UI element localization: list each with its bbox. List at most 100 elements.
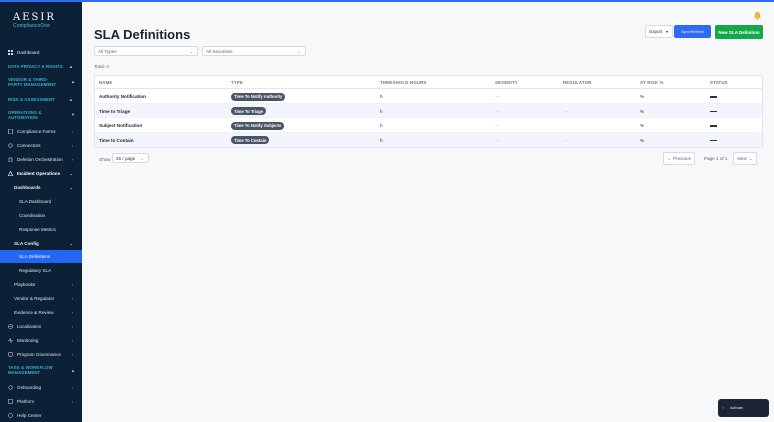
chevron-down-icon: ⌄: [189, 48, 193, 54]
sidebar-item-dashboards[interactable]: Dashboards ⌄: [0, 183, 82, 192]
sidebar-item-label: SLA Config: [14, 241, 39, 246]
sidebar-item-label: SLA Dashboard: [19, 199, 52, 204]
sidebar-item-label: Monitoring: [17, 338, 39, 343]
row-name[interactable]: Subject Notification: [99, 123, 142, 128]
sidebar-item-vendor-regulator[interactable]: Vendor & Regulator ›: [0, 294, 82, 303]
export-label: Export: [649, 29, 663, 34]
layers-icon: [8, 399, 13, 404]
section-vendor[interactable]: VENDOR & THIRD-PARTY MANAGEMENT: [0, 76, 62, 88]
close-icon[interactable]: ×: [722, 406, 724, 410]
row-name[interactable]: Time to Contain: [99, 138, 134, 143]
sidebar-item-incident-operations[interactable]: Incident Operations ⌄: [0, 169, 82, 178]
type-badge: Time To Notify Subjects: [231, 121, 285, 130]
activation-toast[interactable]: × Activate ···: [718, 399, 769, 417]
sidebar-item-program-governance[interactable]: Program Governance ›: [0, 350, 82, 359]
chevron-down-icon: ⌄: [69, 171, 73, 176]
section-data-privacy[interactable]: DATA PRIVACY & RIGHTS ▲: [0, 62, 82, 70]
globe-icon: [8, 324, 13, 329]
sidebar-item-onboarding[interactable]: Onboarding ›: [0, 383, 82, 392]
column-header-type[interactable]: TYPE: [231, 80, 243, 85]
sidebar-item-response-metrics[interactable]: Response Metrics: [0, 225, 82, 234]
sidebar-item-compliance-forms[interactable]: Compliance Forms ›: [0, 127, 82, 136]
sidebar-item-coordination[interactable]: Coordination: [0, 211, 82, 220]
sync-button[interactable]: Sync/Refresh: [674, 25, 711, 38]
sidebar-item-localization[interactable]: Localization ›: [0, 322, 82, 331]
row-at-risk: %: [640, 108, 645, 114]
sidebar-item-platform[interactable]: Platform ›: [0, 397, 82, 406]
sidebar-item-sla-definitions[interactable]: SLA Definitions: [0, 250, 82, 263]
chevron-down-icon: ▼: [665, 29, 669, 34]
plug-icon: [8, 143, 13, 148]
sidebar-item-monitoring[interactable]: Monitoring ›: [0, 336, 82, 345]
previous-label: ← Previous: [667, 156, 691, 161]
type-badge: Time To Notify Authority: [231, 92, 286, 101]
table-row[interactable]: Time to Triage Time To Triage h — — %: [95, 103, 762, 118]
sidebar-item-label: Regulatory SLA: [19, 268, 52, 273]
row-at-risk: %: [640, 123, 645, 128]
section-label: RISK & ASSESSMENT: [8, 96, 55, 102]
main-content: SLA Definitions Export ▼ Sync/Refresh Ne…: [82, 2, 774, 422]
next-label: Next →: [737, 156, 753, 161]
sidebar-item-sla-dashboard[interactable]: SLA Dashboard: [0, 197, 82, 206]
security-filter-select[interactable]: All Securities ⌄: [202, 46, 306, 56]
export-button[interactable]: Export ▼: [645, 25, 673, 38]
type-badge: Time To Triage: [231, 107, 267, 115]
chevron-right-icon: ›: [71, 129, 73, 134]
type-badge: Time To Contain: [231, 136, 270, 144]
column-header-status[interactable]: STATUS: [710, 80, 728, 85]
column-header-threshold[interactable]: THRESHOLD HOURS: [380, 80, 426, 85]
chevron-down-icon: ▼: [71, 112, 75, 117]
form-icon: [8, 129, 13, 134]
section-label: DATA PRIVACY & RIGHTS: [8, 63, 63, 69]
row-name[interactable]: Authority Notification: [99, 94, 146, 99]
brand-logo[interactable]: AESIR ComplianceOne: [13, 12, 57, 29]
column-header-severity[interactable]: SEVERITY: [495, 80, 518, 85]
next-page-button[interactable]: Next →: [733, 152, 757, 165]
grid-icon: [8, 49, 13, 55]
toast-meta: ···: [750, 406, 754, 410]
table-row[interactable]: Subject Notification Time To Notify Subj…: [95, 118, 762, 133]
column-header-name[interactable]: NAME: [99, 80, 112, 85]
sidebar-item-deletion[interactable]: Deletion Orchestration ›: [0, 155, 82, 164]
new-sla-definition-button[interactable]: New SLA Definition: [715, 25, 763, 39]
status-toggle[interactable]: [710, 139, 717, 141]
row-regulator: —: [563, 108, 568, 114]
shield-icon: [8, 352, 13, 357]
type-filter-select[interactable]: All Types ⌄: [94, 46, 198, 56]
sidebar-item-playbooks[interactable]: Playbooks ›: [0, 280, 82, 289]
chevron-right-icon: ›: [71, 324, 73, 329]
chevron-down-icon: ⌄: [297, 48, 301, 54]
sidebar-item-sla-config[interactable]: SLA Config ⌄: [0, 239, 82, 248]
chevron-up-icon: ▲: [68, 63, 73, 69]
sidebar-item-dashboard[interactable]: Dashboard: [0, 47, 82, 57]
sidebar-item-evidence-review[interactable]: Evidence & Review ›: [0, 308, 82, 317]
column-header-at-risk[interactable]: AT RISK %: [640, 80, 664, 85]
chevron-right-icon: ›: [71, 310, 73, 315]
sidebar-item-label: Compliance Forms: [17, 129, 56, 134]
sidebar-item-label: Onboarding: [17, 385, 42, 390]
chevron-right-icon: ›: [71, 296, 73, 301]
status-toggle[interactable]: [710, 110, 717, 112]
per-page-value: 25 / page: [116, 155, 136, 161]
sidebar-item-help-center[interactable]: Help Center: [0, 411, 82, 420]
section-operations[interactable]: OPERATIONS & AUTOMATION: [0, 109, 56, 121]
status-toggle[interactable]: [710, 125, 717, 127]
column-header-regulator[interactable]: REGULATOR: [563, 80, 592, 85]
per-page-select[interactable]: 25 / page ⌄: [112, 153, 149, 163]
section-task-workflow[interactable]: TASK & WORKFLOW MANAGEMENT: [0, 364, 58, 376]
sidebar-item-regulatory-sla[interactable]: Regulatory SLA: [0, 266, 82, 275]
previous-page-button[interactable]: ← Previous: [663, 152, 695, 165]
chevron-right-icon: ›: [71, 282, 73, 287]
table-row[interactable]: Time to Contain Time To Contain h — — %: [95, 132, 762, 147]
status-toggle[interactable]: [710, 96, 717, 98]
sync-label: Sync/Refresh: [681, 29, 704, 34]
chevron-up-icon: ▲: [71, 79, 75, 84]
sidebar-item-connectors[interactable]: Connectors ›: [0, 141, 82, 150]
sidebar: AESIR ComplianceOne Dashboard DATA PRIVA…: [0, 2, 82, 422]
table-row[interactable]: Authority Notification Time To Notify Au…: [95, 89, 762, 104]
help-circle-icon: [8, 413, 13, 418]
brand-tagline: ComplianceOne: [13, 23, 51, 29]
row-name[interactable]: Time to Triage: [99, 109, 130, 114]
section-risk[interactable]: RISK & ASSESSMENT ▲: [0, 95, 82, 103]
bell-icon[interactable]: [753, 11, 762, 20]
